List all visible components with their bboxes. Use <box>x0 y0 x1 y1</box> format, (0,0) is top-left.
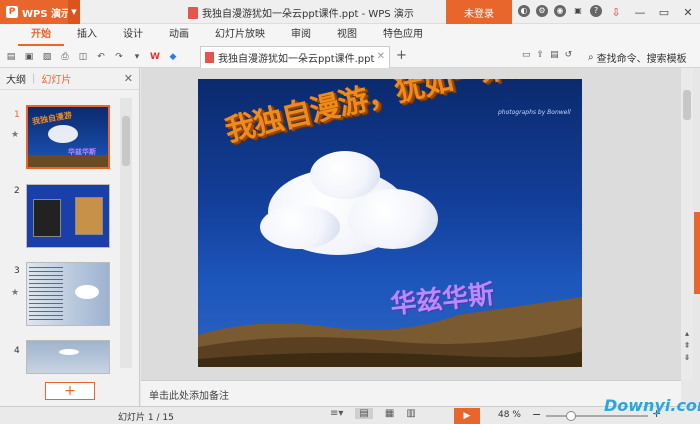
panel-tabs: 大纲 | 幻灯片 <box>0 68 139 90</box>
cloud-shape <box>310 151 380 199</box>
slide-number: 4 <box>14 346 20 356</box>
tab-design[interactable]: 设计 <box>110 24 156 46</box>
window-title-text: 我独自漫游犹如一朵云ppt课件.ppt - WPS 演示 <box>202 9 414 20</box>
play-slideshow-button[interactable]: ▶ <box>454 408 480 424</box>
tab-divider: | <box>32 73 36 84</box>
page-indicator: 幻灯片 1 / 15 <box>118 413 174 423</box>
tab-slideshow[interactable]: 幻灯片放映 <box>202 24 278 46</box>
star-icon: ★ <box>11 130 20 140</box>
view-switcher: ≡▾ ▤ ▦ ▥ <box>330 408 416 419</box>
window-title: 我独自漫游犹如一朵云ppt课件.ppt - WPS 演示 <box>188 5 414 20</box>
chevron-down-icon[interactable]: ▼ <box>68 0 80 24</box>
current-slide[interactable]: 我独自漫游，犹如一朵云 photographs by Bonwell 华兹华斯 <box>198 79 582 367</box>
print-preview-icon[interactable]: ◫ <box>76 50 90 64</box>
title-bar: P WPS 演示 ▼ 我独自漫游犹如一朵云ppt课件.ppt - WPS 演示 … <box>0 0 700 24</box>
clipboard-icon[interactable]: ▤ <box>550 50 559 60</box>
export-pdf-icon[interactable]: ▧ <box>40 50 54 64</box>
cloud-shape <box>348 189 438 249</box>
notes-view-icon[interactable]: ≡▾ <box>330 408 343 419</box>
undo-history-icon[interactable]: ↺ <box>565 50 573 60</box>
side-panel-toggle[interactable] <box>694 212 700 294</box>
quick-toolbar: ▤ ▣ ▧ ⎙ ◫ ↶ ↷ ▾ W ◆ 我独自漫游犹如一朵云ppt课件.ppt … <box>0 46 700 68</box>
ppt-file-icon <box>205 52 214 63</box>
watermark-logo: Downyi.com <box>604 396 700 415</box>
document-tab[interactable]: 我独自漫游犹如一朵云ppt课件.ppt ✕ <box>200 46 390 68</box>
screen-icon[interactable]: ▭ <box>522 50 531 60</box>
redo-icon[interactable]: ↷ <box>112 50 126 64</box>
search-command[interactable]: ⌕ 查找命令、搜索模板 <box>588 50 687 65</box>
shirt-icon[interactable]: ▣ <box>572 5 584 17</box>
slide-number: 2 <box>14 186 20 196</box>
panel-scrollbar[interactable] <box>120 98 132 368</box>
download-icon[interactable]: ⇩ <box>604 0 628 24</box>
zoom-level: 48 % <box>498 410 521 420</box>
wps-logo-icon: P <box>6 6 18 18</box>
help-icon[interactable]: ? <box>590 5 602 17</box>
tab-review[interactable]: 审阅 <box>278 24 324 46</box>
minimize-button[interactable]: — <box>628 0 652 24</box>
tab-insert[interactable]: 插入 <box>64 24 110 46</box>
title-icons: ◐ ⚙ ◉ ▣ ? <box>518 5 602 17</box>
slide-credit: photographs by Bonwell <box>498 109 571 116</box>
ribbon-tabs: 开始 插入 设计 动画 幻灯片放映 审阅 视图 特色应用 <box>0 24 700 46</box>
search-command-label: 查找命令、搜索模板 <box>596 54 687 65</box>
login-button[interactable]: 未登录 <box>446 0 512 24</box>
app-name: WPS 演示 <box>22 8 72 20</box>
zoom-out-button[interactable]: − <box>532 408 541 421</box>
slide-title: 我独自漫游，犹如一朵云 <box>221 79 541 149</box>
cube-icon[interactable]: ◆ <box>166 50 180 64</box>
sorter-view-icon[interactable]: ▦ <box>385 408 394 419</box>
search-icon: ⌕ <box>588 52 594 63</box>
window-controls: ⇩ — ▭ ✕ <box>604 0 700 24</box>
wps-menu-button[interactable]: P WPS 演示 ▼ <box>0 0 80 24</box>
share-icon[interactable]: ⇪ <box>537 50 545 60</box>
open-folder-icon[interactable]: ▤ <box>4 50 18 64</box>
tab-outline[interactable]: 大纲 <box>6 71 26 86</box>
zoom-slider[interactable] <box>546 415 648 417</box>
print-icon[interactable]: ⎙ <box>58 50 72 64</box>
slide-canvas: 我独自漫游，犹如一朵云 photographs by Bonwell 华兹华斯 <box>141 68 681 380</box>
notes-field[interactable]: 单击此处添加备注 <box>141 380 681 406</box>
close-button[interactable]: ✕ <box>676 0 700 24</box>
cloud-shape <box>260 205 340 249</box>
star-icon: ★ <box>11 288 20 298</box>
slide-panel: 大纲 | 幻灯片 ✕ 1 ★ 我独自漫游 华兹华斯 2 3 ★ 4 + <box>0 68 140 406</box>
tab-start[interactable]: 开始 <box>18 24 64 46</box>
document-tab-label: 我独自漫游犹如一朵云ppt课件.ppt <box>218 54 375 65</box>
close-panel-icon[interactable]: ✕ <box>124 72 133 85</box>
tab-animation[interactable]: 动画 <box>156 24 202 46</box>
right-tools: ▭ ⇪ ▤ ↺ <box>522 50 572 60</box>
normal-view-icon[interactable]: ▤ <box>355 408 373 419</box>
reading-view-icon[interactable]: ▥ <box>406 408 415 419</box>
slide-thumb-image <box>26 262 110 326</box>
canvas-scrollbar[interactable]: ▴ ⇞ ⇟ <box>681 68 693 380</box>
maximize-button[interactable]: ▭ <box>652 0 676 24</box>
more-dropdown-icon[interactable]: ▾ <box>130 50 144 64</box>
add-slide-button[interactable]: + <box>45 382 95 400</box>
close-tab-icon[interactable]: ✕ <box>377 51 385 62</box>
page-nav-arrows[interactable]: ▴ ⇞ ⇟ <box>682 328 692 364</box>
tab-view[interactable]: 视图 <box>324 24 370 46</box>
feedback-icon[interactable]: ◉ <box>554 5 566 17</box>
save-icon[interactable]: ▣ <box>22 50 36 64</box>
slide-thumb-image: 我独自漫游 华兹华斯 <box>26 105 110 169</box>
skin-icon[interactable]: ◐ <box>518 5 530 17</box>
slide-thumb-image <box>26 340 110 374</box>
slide-number: 1 <box>14 110 20 120</box>
tab-slides[interactable]: 幻灯片 <box>41 71 71 86</box>
slide-thumb-image <box>26 184 110 248</box>
settings-icon[interactable]: ⚙ <box>536 5 548 17</box>
zoom-slider-knob[interactable] <box>566 411 576 421</box>
undo-icon[interactable]: ↶ <box>94 50 108 64</box>
scrollbar-thumb[interactable] <box>122 116 130 166</box>
new-tab-button[interactable]: + <box>396 48 407 63</box>
status-bar: 幻灯片 1 / 15 ≡▾ ▤ ▦ ▥ ▶ 48 % − + <box>0 406 700 424</box>
tab-special[interactable]: 特色应用 <box>370 24 436 46</box>
slide-number: 3 <box>14 266 20 276</box>
ppt-file-icon <box>188 6 198 19</box>
wps-w-icon[interactable]: W <box>148 50 162 64</box>
scrollbar-thumb[interactable] <box>683 90 691 120</box>
